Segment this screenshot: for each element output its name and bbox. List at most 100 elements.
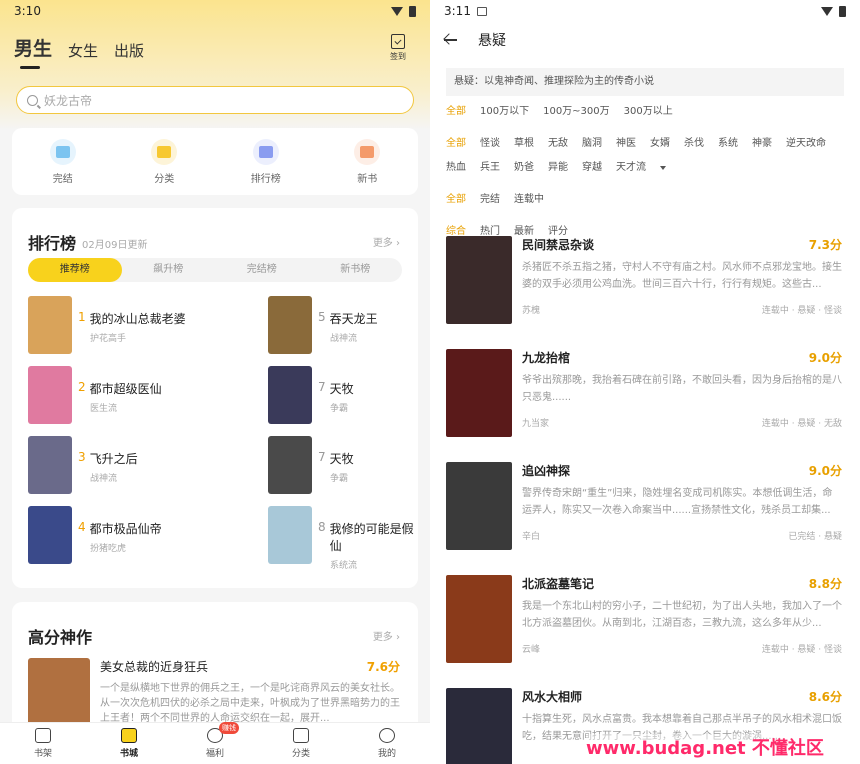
- shortcut-newbook[interactable]: 新书: [337, 138, 397, 185]
- filter-option[interactable]: 全部: [446, 192, 466, 208]
- book-cover: [28, 366, 72, 424]
- ranking-item[interactable]: 5 吞天龙王战神流: [268, 296, 378, 354]
- book-cover: [446, 688, 512, 764]
- filter-option[interactable]: 系统: [718, 136, 738, 152]
- ranking-item[interactable]: 3 飞升之后 战神流: [28, 436, 138, 494]
- left-screen: 3:10 男生 女生 出版 签到 妖龙古帝 完结 分类 排行榜 新书 排行榜 0…: [0, 0, 430, 764]
- filter-option[interactable]: 100万以下: [480, 104, 529, 120]
- book-title: 天牧: [329, 452, 354, 466]
- tab-recommend[interactable]: 推荐榜: [28, 258, 122, 282]
- filter-option[interactable]: 脑洞: [582, 136, 602, 152]
- book-tags: 连载中 · 悬疑 · 怪谈: [761, 306, 842, 316]
- filter-option[interactable]: 怪谈: [480, 136, 500, 152]
- search-input[interactable]: 妖龙古帝: [16, 86, 414, 114]
- filter-option[interactable]: 全部: [446, 136, 466, 152]
- book-title: 九龙抬棺: [522, 351, 571, 365]
- nav-bookstore[interactable]: 书城: [99, 728, 159, 759]
- book-cover: [268, 506, 312, 564]
- filter-option[interactable]: 异能: [548, 160, 568, 176]
- filter-option[interactable]: 全部: [446, 104, 466, 120]
- book-title: 吞天龙王: [329, 312, 378, 326]
- right-screen: 3:11 悬疑 悬疑：以鬼神奇闻、推理探险为主的传奇小说 全部 100万以下 100…: [430, 0, 860, 764]
- ranking-item[interactable]: 7 天牧 争霸: [268, 436, 354, 494]
- high-score-title: 高分神作: [28, 628, 93, 647]
- book-item[interactable]: 北派盗墓笔记 8.8分 我是一个东北山村的穷小子，二十世纪初，为了出人头地，我加入了…: [446, 575, 842, 663]
- wifi-icon: [391, 6, 403, 16]
- ranking-item[interactable]: 4 都市极品仙帝 扮猪吃虎: [28, 506, 162, 564]
- book-title: 我的冰山总裁老婆: [89, 312, 186, 326]
- book-title: 都市极品仙帝: [89, 522, 162, 536]
- shortcut-ranking[interactable]: 排行榜: [236, 138, 296, 185]
- book-title: 追凶神探: [522, 464, 571, 478]
- book-genre: 争霸: [330, 474, 349, 484]
- book-genre: 医生流: [90, 404, 118, 414]
- gender-tabs: 男生 女生 出版: [14, 34, 144, 69]
- book-cover: [446, 236, 512, 324]
- filter-option[interactable]: 连载中: [514, 192, 544, 208]
- filter-option[interactable]: 奶爸: [514, 160, 534, 176]
- tab-completed[interactable]: 完结榜: [215, 258, 309, 282]
- tab-male[interactable]: 男生: [14, 34, 52, 69]
- filter-option[interactable]: 杀伐: [684, 136, 704, 152]
- app-bar: 悬疑: [430, 22, 860, 58]
- filter-row-tags: 全部 怪谈 草根 无敌 脑洞 神医 女婿 杀伐 系统 神豪 逆天改命热血 兵王 奶爸 异能 穿越 天才流: [430, 136, 840, 184]
- tab-rising[interactable]: 飙升榜: [122, 258, 216, 282]
- ranking-item[interactable]: 2 都市超级医仙 医生流: [28, 366, 162, 424]
- book-author: 辛白: [522, 532, 541, 542]
- watermark-text: www.budag.net 不懂社区: [586, 734, 824, 760]
- shortcut-category[interactable]: 分类: [134, 138, 194, 185]
- book-genre: 护花高手: [90, 334, 127, 344]
- book-genre: 战神流: [90, 474, 118, 484]
- nav-bookshelf[interactable]: 书架: [13, 728, 73, 759]
- filter-option[interactable]: 神医: [616, 136, 636, 152]
- ranking-item[interactable]: 1 我的冰山总裁老婆 护花高手: [28, 296, 186, 354]
- category-grid-icon: [293, 728, 309, 743]
- book-item[interactable]: 民间禁忌杂谈 7.3分 杀猪匠不杀五指之猪，守村人不守有庙之村。风水师不点邪龙宝地。…: [446, 236, 842, 324]
- ranking-more-link[interactable]: 更多 ›: [373, 234, 400, 249]
- nav-category[interactable]: 分类: [271, 728, 331, 759]
- rank-number: 5: [318, 310, 326, 324]
- filter-option[interactable]: 100万~300万: [543, 104, 610, 120]
- status-time: 3:11: [444, 4, 471, 18]
- book-cover: [268, 436, 312, 494]
- filter-option[interactable]: 草根: [514, 136, 534, 152]
- book-item[interactable]: 追凶神探 9.0分 警界传奇宋朗“重生”归来，隐姓埋名变成司机陈实。本想低调生活，命…: [446, 462, 842, 550]
- filter-option[interactable]: 热血: [446, 160, 466, 176]
- high-score-more-link[interactable]: 更多 ›: [373, 628, 400, 643]
- nav-welfare[interactable]: 福利 赚钱: [185, 722, 245, 759]
- expand-caret-icon[interactable]: [660, 166, 666, 170]
- ranking-item[interactable]: 7 天牧 争霸: [268, 366, 354, 424]
- ranking-card: 排行榜 02月09日更新 更多 › 推荐榜 飙升榜 完结榜 新书榜 1 我的冰山总…: [12, 208, 418, 588]
- filter-option[interactable]: 女婿: [650, 136, 670, 152]
- status-bar: 3:10: [0, 0, 430, 22]
- signin-button[interactable]: 签到: [386, 34, 410, 62]
- page-title: 悬疑: [478, 33, 506, 49]
- rank-number: 2: [78, 380, 86, 394]
- earn-badge: 赚钱: [219, 722, 239, 734]
- filter-option[interactable]: 完结: [480, 192, 500, 208]
- ranking-tabs: 推荐榜 飙升榜 完结榜 新书榜: [28, 258, 402, 282]
- back-arrow-icon[interactable]: [444, 34, 457, 46]
- filter-option[interactable]: 天才流: [616, 160, 646, 176]
- filter-option[interactable]: 300万以上: [624, 104, 673, 120]
- tab-female[interactable]: 女生: [68, 40, 98, 61]
- nav-profile[interactable]: 我的: [357, 728, 417, 759]
- book-genre: 战神流: [330, 334, 358, 344]
- tab-new[interactable]: 新书榜: [309, 258, 403, 282]
- tab-publish[interactable]: 出版: [114, 40, 144, 61]
- book-score: 8.6分: [808, 690, 842, 704]
- rank-number: 4: [78, 520, 86, 534]
- book-item[interactable]: 九龙抬棺 9.0分 爷爷出殡那晚，我抬着石碑在前引路，不敢回头看，因为身后抬棺的是八…: [446, 349, 842, 437]
- bottom-nav: 书架 书城 福利 赚钱 分类 我的: [0, 722, 430, 764]
- ranking-item[interactable]: 8 我修的可能是假仙 系统流: [268, 506, 418, 571]
- filter-option[interactable]: 神豪: [752, 136, 772, 152]
- book-author: 苏槐: [522, 306, 541, 316]
- filter-row-status: 全部 完结 连载中: [430, 192, 840, 216]
- filter-option[interactable]: 无敌: [548, 136, 568, 152]
- filter-option[interactable]: 兵王: [480, 160, 500, 176]
- book-title: 美女总裁的近身狂兵: [100, 660, 209, 674]
- filter-option[interactable]: 穿越: [582, 160, 602, 176]
- shortcut-completed[interactable]: 完结: [33, 138, 93, 185]
- book-author: 九当家: [522, 419, 550, 429]
- filter-option[interactable]: 逆天改命: [786, 136, 826, 152]
